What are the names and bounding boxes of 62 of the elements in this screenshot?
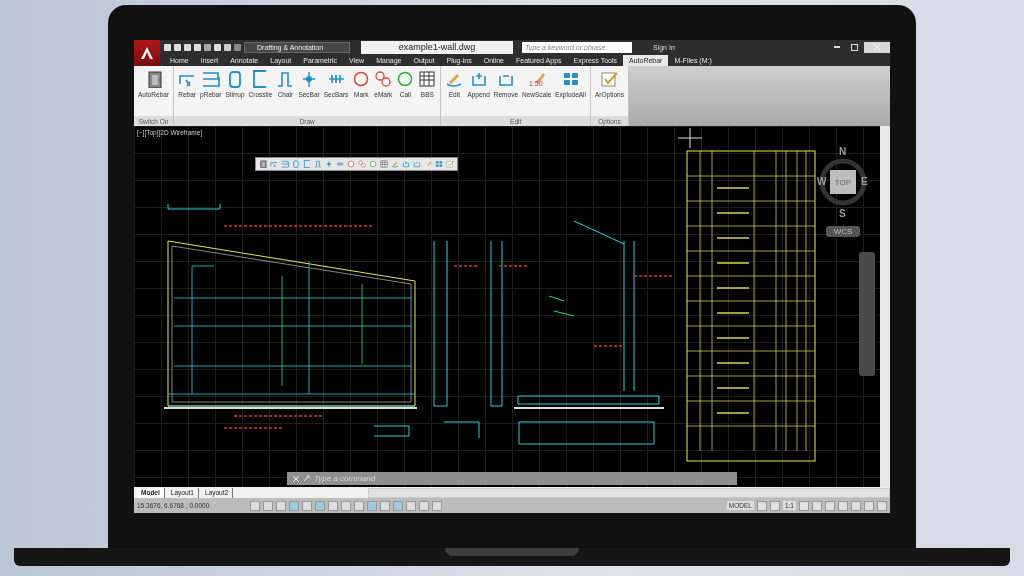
compass-letter[interactable]: N — [839, 147, 847, 157]
status-toggle[interactable] — [756, 500, 767, 511]
tool-icon — [201, 70, 220, 88]
minimize-icon — [834, 46, 840, 48]
compass-letter[interactable]: E — [861, 177, 868, 187]
close-button[interactable] — [864, 41, 890, 53]
status-toggle[interactable] — [864, 500, 874, 511]
tool-icon — [435, 160, 443, 168]
tool-icon — [352, 70, 371, 88]
tool-icon — [446, 160, 454, 168]
status-toggle[interactable] — [341, 500, 351, 511]
app-menu-button[interactable] — [134, 40, 160, 66]
status-toggle[interactable] — [769, 500, 780, 511]
status-toggle[interactable] — [838, 500, 848, 511]
status-toggle[interactable] — [367, 500, 377, 511]
tool-icon — [281, 160, 289, 168]
status-toggle[interactable] — [250, 500, 260, 511]
tool-icon — [396, 70, 415, 88]
compass-letter[interactable]: W — [817, 177, 827, 187]
compass-ring-icon — [819, 158, 867, 206]
tool-icon — [402, 160, 410, 168]
status-toggle[interactable] — [380, 500, 390, 511]
tool-icon — [391, 160, 399, 168]
status-toggle[interactable] — [393, 500, 403, 511]
close-icon — [874, 44, 880, 50]
status-toggle[interactable] — [315, 500, 325, 511]
status-toggle[interactable] — [302, 500, 312, 511]
tool-icon — [226, 70, 244, 88]
tool-icon — [600, 70, 619, 88]
tool-icon — [276, 70, 295, 88]
status-toggle[interactable] — [851, 500, 861, 511]
status-toggle[interactable] — [419, 500, 429, 511]
status-toggle[interactable] — [406, 500, 416, 511]
logo-icon — [140, 46, 154, 60]
tool-icon — [259, 160, 267, 168]
status-toggle[interactable] — [328, 500, 338, 511]
file-title: example1-wall.dwg — [361, 40, 513, 54]
status-toggle[interactable] — [812, 500, 822, 511]
status-toggle[interactable] — [877, 500, 887, 511]
tool-icon — [413, 160, 421, 168]
status-toggle[interactable] — [432, 500, 442, 511]
tool-icon — [336, 160, 344, 168]
status-toggle[interactable] — [276, 500, 286, 511]
tool-icon — [561, 70, 580, 88]
wrench-icon — [303, 475, 310, 482]
close-icon — [293, 475, 299, 482]
command-input[interactable]: Type a command — [314, 474, 514, 483]
crosshair-cursor — [677, 127, 703, 149]
status-toggle[interactable] — [354, 500, 364, 511]
status-toggle[interactable] — [289, 500, 299, 511]
tool-icon — [418, 70, 437, 88]
status-toggle[interactable] — [263, 500, 273, 511]
tool-icon — [380, 160, 388, 168]
tool-icon — [374, 70, 393, 88]
compass-letter[interactable]: S — [839, 209, 846, 219]
tool-icon — [325, 160, 333, 168]
ucs-menu[interactable]: WCS — [826, 226, 860, 237]
tool-icon — [469, 70, 488, 88]
status-toggle[interactable] — [825, 500, 835, 511]
restore-icon — [850, 43, 858, 51]
tool-icon — [270, 160, 278, 168]
status-toggle[interactable] — [799, 500, 809, 511]
